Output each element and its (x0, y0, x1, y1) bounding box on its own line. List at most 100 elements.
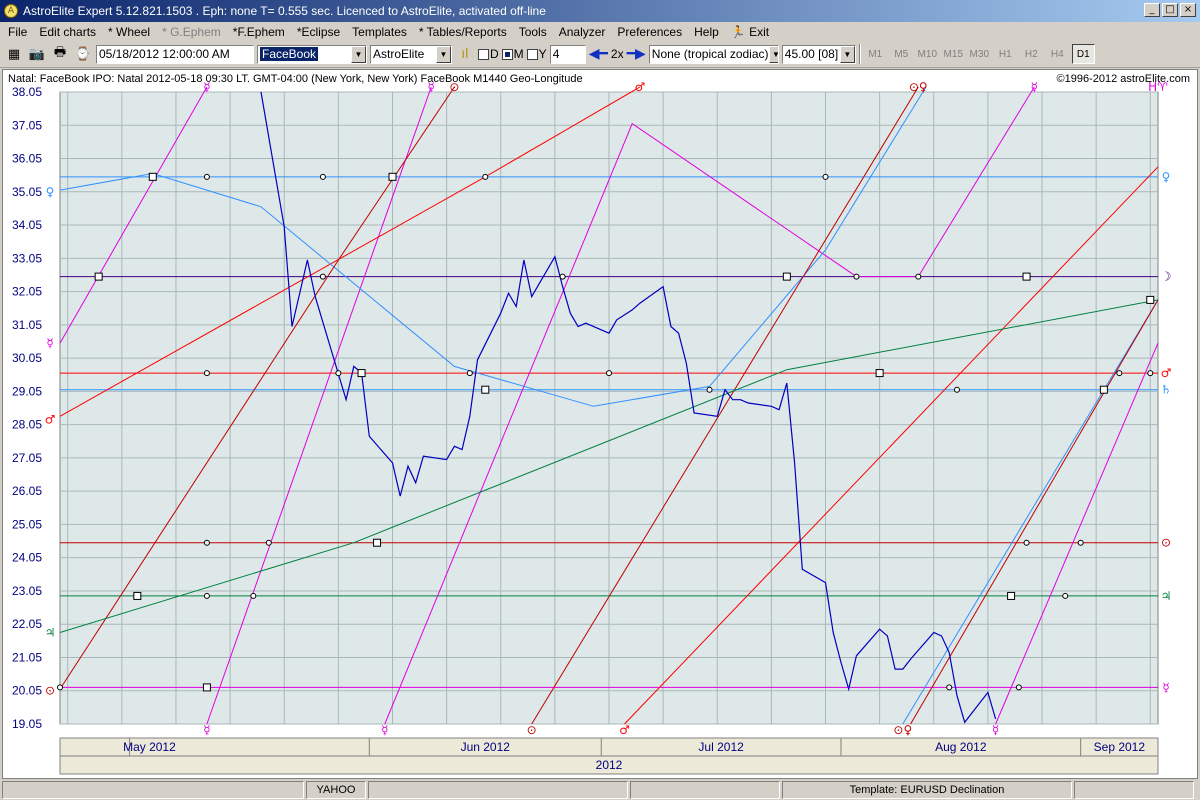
intersection-square (481, 385, 490, 394)
intersection-circle (1015, 684, 1022, 691)
left-glyph-mercury: ☿ (46, 336, 53, 350)
month-label: Aug 2012 (935, 740, 987, 754)
top-glyph-mars: ♂ (635, 80, 646, 94)
left-glyph-sun: ⊙ (45, 684, 55, 698)
intersection-square (1146, 295, 1155, 304)
bottom-glyph-mercury: ☿ (203, 723, 210, 737)
intersection-circle (203, 173, 210, 180)
intersection-circle (335, 370, 342, 377)
month-label: Jun 2012 (461, 740, 511, 754)
status-panel-4 (630, 780, 780, 799)
intersection-circle (1116, 370, 1123, 377)
intersection-square (133, 591, 142, 600)
intersection-circle (1147, 370, 1154, 377)
left-glyph-venus: ♀ (46, 185, 55, 199)
y-tick-label: 25.05 (12, 517, 42, 531)
y-tick-label: 23.05 (12, 584, 42, 598)
y-axis: 38.05 37.05 36.05 35.05 34.05 33.05 32.05 31.05… (12, 85, 42, 731)
bottom-glyph-sun: ⊙♀ (893, 723, 912, 737)
intersection-circle (250, 592, 257, 599)
x-axis: May 2012 Jun 2012 Jul 2012 Aug 2012 Sep 2012… (59, 737, 1159, 775)
intersection-circle (822, 173, 829, 180)
intersection-square (1022, 272, 1031, 281)
top-glyph-mercury: ☿ (427, 80, 434, 94)
y-tick-label: 30.05 (12, 351, 42, 365)
intersection-circle (915, 273, 922, 280)
intersection-circle (853, 273, 860, 280)
y-tick-label: 28.05 (12, 418, 42, 432)
intersection-square (148, 172, 157, 181)
y-tick-label: 26.05 (12, 484, 42, 498)
status-panel-1 (2, 780, 304, 799)
y-tick-label: 22.05 (12, 617, 42, 631)
intersection-square (782, 272, 791, 281)
status-panel-6 (1074, 780, 1194, 799)
intersection-circle (946, 684, 953, 691)
y-tick-label: 19.05 (12, 717, 42, 731)
intersection-circle (1062, 592, 1069, 599)
left-glyph-jupiter: ♃ (45, 626, 56, 640)
intersection-square (94, 272, 103, 281)
top-glyph-mercury: ☿ (1031, 80, 1038, 94)
intersection-circle (203, 539, 210, 546)
right-glyph-mars: ♂ (1161, 366, 1172, 380)
top-glyph-sun: ⊙ (449, 80, 459, 94)
top-glyph-mercury: H♈ (1148, 80, 1168, 94)
y-tick-label: 38.05 (12, 85, 42, 99)
top-glyph-sun: ⊙♀ (909, 80, 928, 94)
intersection-circle (1023, 539, 1030, 546)
month-label: May 2012 (123, 740, 176, 754)
right-glyph-venus: ♀ (1162, 170, 1171, 184)
right-glyph-jupiter: ♃ (1161, 589, 1172, 603)
intersection-circle (466, 370, 473, 377)
y-tick-label: 37.05 (12, 118, 42, 132)
chart-canvas[interactable]: 38.05 37.05 36.05 35.05 34.05 33.05 32.05 31.05… (0, 0, 1200, 780)
status-panel-3 (368, 780, 628, 799)
intersection-circle (203, 370, 210, 377)
status-template: Template: EURUSD Declination (782, 780, 1072, 799)
intersection-square (875, 369, 884, 378)
month-label: Jul 2012 (698, 740, 744, 754)
status-source: YAHOO (306, 780, 366, 799)
year-label: 2012 (596, 758, 623, 772)
intersection-square (202, 683, 211, 692)
intersection-circle (265, 539, 272, 546)
intersection-circle (319, 273, 326, 280)
intersection-square (1099, 385, 1108, 394)
y-tick-label: 24.05 (12, 551, 42, 565)
intersection-circle (1077, 539, 1084, 546)
bottom-glyph-sun: ⊙ (527, 723, 537, 737)
y-tick-label: 21.05 (12, 650, 42, 664)
intersection-square (357, 369, 366, 378)
top-glyph-mercury: ☿ (203, 80, 210, 94)
bottom-glyph-mercury: ☿ (992, 723, 999, 737)
intersection-circle (319, 173, 326, 180)
y-tick-label: 33.05 (12, 251, 42, 265)
intersection-circle (57, 684, 63, 691)
y-tick-label: 29.05 (12, 384, 42, 398)
y-tick-label: 34.05 (12, 218, 42, 232)
bottom-glyph-mars: ♂ (619, 723, 630, 737)
y-tick-label: 20.05 (12, 684, 42, 698)
intersection-circle (706, 386, 713, 393)
intersection-square (373, 538, 382, 547)
right-glyph-moon: ☽ (1161, 270, 1172, 284)
month-label: Sep 2012 (1094, 740, 1146, 754)
status-bar: YAHOO Template: EURUSD Declination (0, 779, 1200, 800)
right-glyph-mercury: ☿ (1162, 680, 1169, 694)
y-tick-label: 36.05 (12, 152, 42, 166)
y-tick-label: 32.05 (12, 285, 42, 299)
month-axis (59, 737, 1159, 757)
y-tick-label: 27.05 (12, 451, 42, 465)
intersection-circle (203, 592, 210, 599)
intersection-circle (482, 173, 489, 180)
right-glyph-sun: ⊙ (1161, 536, 1171, 550)
intersection-circle (953, 386, 960, 393)
y-tick-label: 31.05 (12, 318, 42, 332)
intersection-circle (559, 273, 566, 280)
right-glyph-saturn: ♄ (1161, 383, 1172, 397)
left-glyph-mars: ♂ (45, 413, 56, 427)
bottom-glyph-mercury: ☿ (381, 723, 388, 737)
intersection-circle (606, 370, 612, 377)
intersection-square (1007, 591, 1016, 600)
